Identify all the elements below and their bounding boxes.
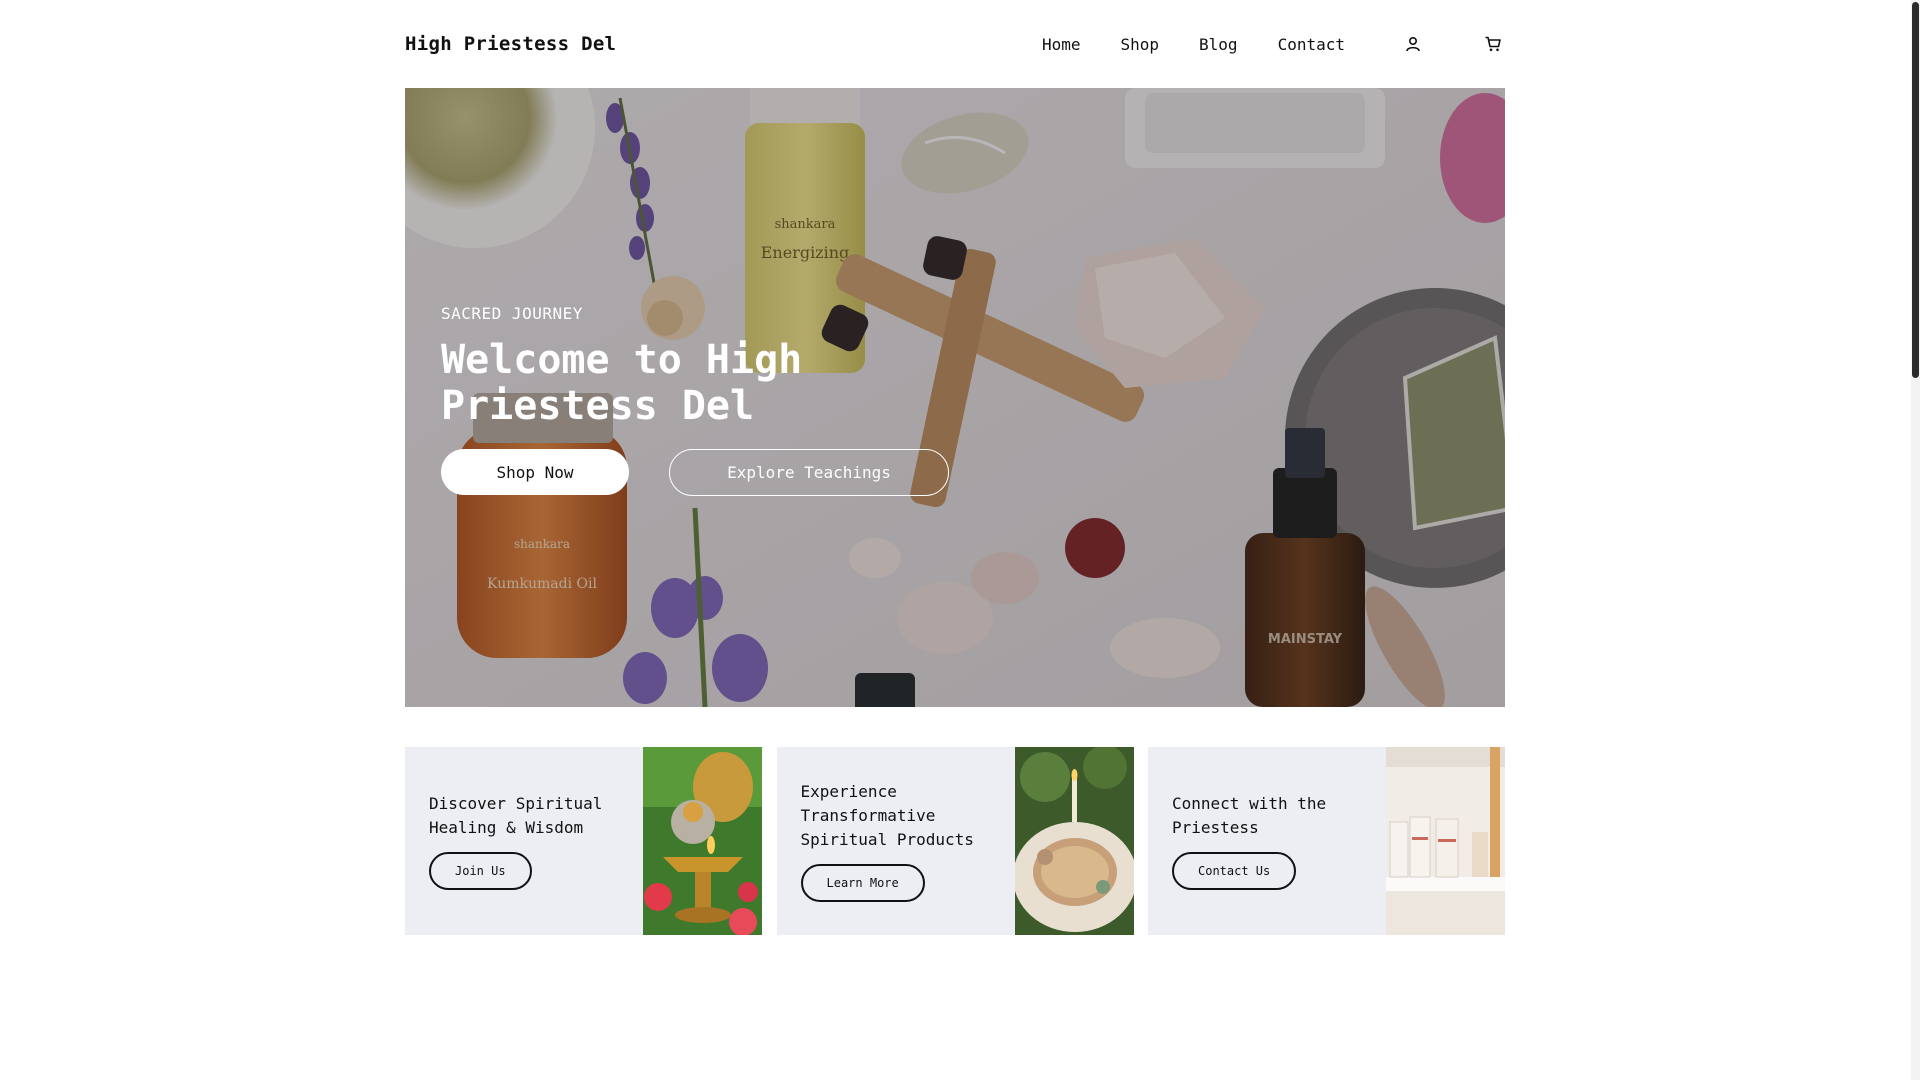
hero-banner: shankara Energizing shankara Kumkumadi O… (405, 88, 1505, 707)
nav-blog[interactable]: Blog (1199, 35, 1238, 54)
feature-cards: Discover Spiritual Healing & Wisdom Join… (405, 747, 1505, 935)
card-image-shelf (1386, 747, 1505, 935)
nav-contact[interactable]: Contact (1278, 35, 1345, 54)
scrollbar-thumb[interactable] (1912, 2, 1919, 378)
site-logo[interactable]: High Priestess Del (405, 33, 616, 55)
hero-content: SACRED JOURNEY Welcome to High Priestess… (441, 304, 949, 496)
card-text: Connect with the Priestess Contact Us (1172, 792, 1372, 890)
card-title: Connect with the Priestess (1172, 794, 1327, 837)
cart-icon[interactable] (1481, 32, 1505, 56)
site-header: High Priestess Del Home Shop Blog Contac… (405, 0, 1505, 88)
page-scrollbar[interactable] (1911, 0, 1920, 1080)
card-title: Discover Spiritual Healing & Wisdom (429, 794, 603, 837)
user-icon[interactable] (1401, 32, 1425, 56)
card-image-altar (643, 747, 762, 935)
card-image-ritual-tray (1014, 747, 1134, 935)
feature-card-products: Experience Transformative Spiritual Prod… (776, 747, 1134, 935)
join-us-button[interactable]: Join Us (429, 852, 532, 890)
explore-teachings-button[interactable]: Explore Teachings (669, 449, 949, 496)
shop-now-button[interactable]: Shop Now (441, 449, 629, 495)
feature-card-connect: Connect with the Priestess Contact Us (1148, 747, 1505, 935)
hero-buttons: Shop Now Explore Teachings (441, 449, 949, 496)
main-nav: Home Shop Blog Contact (1042, 32, 1505, 56)
hero-title: Welcome to High Priestess Del (441, 337, 803, 429)
hero-eyebrow: SACRED JOURNEY (441, 304, 583, 323)
nav-home[interactable]: Home (1042, 35, 1081, 54)
card-title: Experience Transformative Spiritual Prod… (800, 782, 974, 849)
contact-us-button[interactable]: Contact Us (1172, 852, 1297, 890)
card-text: Discover Spiritual Healing & Wisdom Join… (429, 792, 629, 890)
nav-shop[interactable]: Shop (1121, 35, 1160, 54)
learn-more-button[interactable]: Learn More (800, 864, 925, 902)
feature-card-healing: Discover Spiritual Healing & Wisdom Join… (405, 747, 762, 935)
card-text: Experience Transformative Spiritual Prod… (800, 780, 1001, 902)
